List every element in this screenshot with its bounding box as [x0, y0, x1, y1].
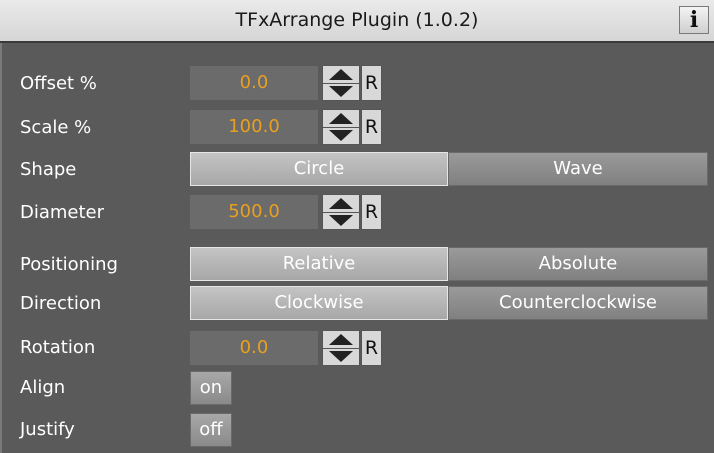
plugin-panel: TFxArrange Plugin (1.0.2) i Offset % 0.0…: [0, 0, 714, 453]
direction-label: Direction: [20, 293, 102, 314]
shape-circle-button[interactable]: Circle: [190, 152, 448, 186]
rotation-reset-button[interactable]: R: [361, 330, 382, 366]
direction-clockwise-button[interactable]: Clockwise: [190, 286, 448, 320]
rotation-stepper[interactable]: [322, 330, 360, 366]
panel-body: Offset % 0.0 R Scale % 100.0 R Shape Cir…: [0, 43, 714, 453]
decrement-arrow-icon[interactable]: [323, 83, 359, 100]
align-label: Align: [20, 377, 66, 398]
rotation-field[interactable]: 0.0: [190, 331, 318, 365]
positioning-absolute-button[interactable]: Absolute: [448, 247, 708, 281]
window-title: TFxArrange Plugin (1.0.2): [235, 9, 479, 31]
title-bar: TFxArrange Plugin (1.0.2) i: [0, 0, 714, 43]
decrement-arrow-icon[interactable]: [323, 348, 359, 365]
increment-arrow-icon[interactable]: [323, 110, 359, 128]
justify-toggle[interactable]: off: [190, 413, 232, 447]
offset-field[interactable]: 0.0: [190, 66, 318, 100]
offset-reset-button[interactable]: R: [361, 65, 382, 101]
align-toggle[interactable]: on: [190, 371, 232, 405]
decrement-arrow-icon[interactable]: [323, 212, 359, 229]
diameter-stepper[interactable]: [322, 194, 360, 230]
positioning-relative-button[interactable]: Relative: [190, 247, 448, 281]
increment-arrow-icon[interactable]: [323, 331, 359, 349]
scale-stepper[interactable]: [322, 109, 360, 145]
diameter-reset-button[interactable]: R: [361, 194, 382, 230]
shape-wave-button[interactable]: Wave: [448, 152, 708, 186]
decrement-arrow-icon[interactable]: [323, 127, 359, 144]
scale-field[interactable]: 100.0: [190, 110, 318, 144]
scale-label: Scale %: [20, 117, 92, 138]
diameter-field[interactable]: 500.0: [190, 195, 318, 229]
offset-label: Offset %: [20, 73, 97, 94]
rotation-label: Rotation: [20, 337, 96, 358]
justify-label: Justify: [20, 419, 75, 440]
direction-counterclockwise-button[interactable]: Counterclockwise: [448, 286, 708, 320]
scale-reset-button[interactable]: R: [361, 109, 382, 145]
diameter-label: Diameter: [20, 202, 105, 223]
positioning-label: Positioning: [20, 254, 118, 275]
shape-label: Shape: [20, 159, 77, 180]
increment-arrow-icon[interactable]: [323, 66, 359, 84]
info-icon[interactable]: i: [679, 6, 709, 34]
increment-arrow-icon[interactable]: [323, 195, 359, 213]
offset-stepper[interactable]: [322, 65, 360, 101]
